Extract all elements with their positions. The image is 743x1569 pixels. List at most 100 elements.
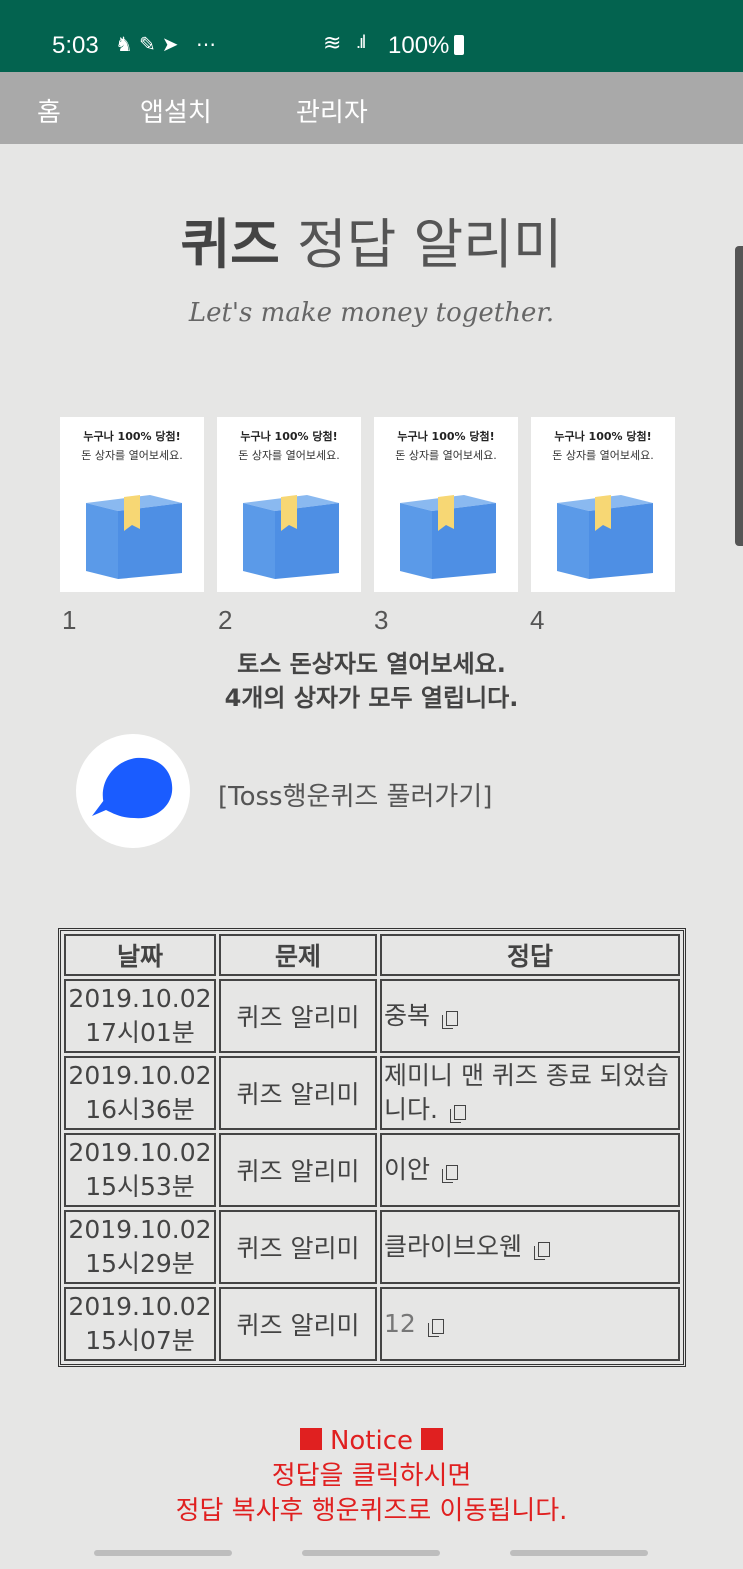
brush-icon: ✎	[138, 34, 162, 56]
time-value: 16시36분	[85, 1095, 195, 1124]
time-value: 15시07분	[85, 1326, 195, 1355]
time-value: 15시53분	[85, 1172, 195, 1201]
date-cell: 2019.10.02 15시07분	[64, 1287, 216, 1361]
toss-box-message: 토스 돈상자도 열어보세요. 4개의 상자가 모두 열립니다.	[0, 647, 743, 715]
nav-gesture-bar	[510, 1550, 648, 1556]
answer-cell[interactable]: 중복	[380, 979, 680, 1053]
signal-icon: .ıl	[356, 32, 366, 52]
top-nav: 홈 앱설치 관리자	[0, 72, 743, 144]
answers-table: 날짜 문제 정답 2019.10.02 17시01분 퀴즈 알리미 중복 2019…	[58, 928, 686, 1367]
nav-home[interactable]: 홈	[37, 92, 61, 129]
answer-cell[interactable]: 이안	[380, 1133, 680, 1207]
message-line-2: 4개의 상자가 모두 열립니다.	[224, 684, 519, 712]
question-cell: 퀴즈 알리미	[219, 1287, 377, 1361]
toss-bubble-icon	[92, 757, 173, 819]
page-subtitle: Let's make money together.	[188, 298, 555, 328]
table-row: 2019.10.02 15시07분 퀴즈 알리미 12	[64, 1287, 680, 1361]
table-row: 2019.10.02 15시29분 퀴즈 알리미 클라이브오웬	[64, 1210, 680, 1284]
nav-admin[interactable]: 관리자	[296, 92, 368, 129]
notice-line-2: 정답 복사후 행운퀴즈로 이동됩니다.	[175, 1496, 568, 1526]
toss-logo[interactable]	[76, 734, 190, 848]
gift-box-icon	[400, 495, 496, 579]
answer-text[interactable]: 이안	[384, 1155, 430, 1184]
answer-text[interactable]: 12	[384, 1309, 416, 1338]
box-number: 3	[374, 605, 389, 635]
nav-gesture-bar	[302, 1550, 440, 1556]
red-square-icon	[421, 1428, 444, 1450]
wifi-icon: ≋	[323, 30, 342, 55]
box-number: 2	[218, 605, 233, 635]
money-box-card-2[interactable]: 누구나 100% 당첨! 돈 상자를 열어보세요.	[217, 417, 361, 592]
copy-icon[interactable]	[449, 1105, 466, 1123]
table-header-row: 날짜 문제 정답	[64, 934, 680, 976]
date-value: 2019.10.02	[68, 1138, 212, 1167]
person-icon: ♞	[115, 34, 139, 56]
notification-icons: ♞✎➤ ⋯	[115, 32, 222, 57]
red-square-icon	[299, 1428, 322, 1450]
card-headline: 누구나 100% 당첨!	[240, 430, 338, 443]
card-headline: 누구나 100% 당첨!	[83, 430, 181, 443]
battery-icon	[454, 35, 465, 55]
card-subline: 돈 상자를 열어보세요.	[552, 449, 654, 462]
answer-text[interactable]: 제미니 맨 퀴즈 종료 되었습니다.	[384, 1061, 669, 1124]
card-headline: 누구나 100% 당첨!	[397, 430, 495, 443]
gift-box-icon	[243, 495, 339, 579]
title-rest: 정답 알리미	[279, 213, 563, 276]
page-title: 퀴즈 정답 알리미	[0, 200, 743, 279]
status-bar: 5:03 ♞✎➤ ⋯ ≋ .ıl 100%	[0, 0, 743, 72]
nav-install[interactable]: 앱설치	[140, 92, 212, 129]
time-value: 15시29분	[85, 1249, 195, 1278]
date-cell: 2019.10.02 16시36분	[64, 1056, 216, 1130]
date-cell: 2019.10.02 15시53분	[64, 1133, 216, 1207]
date-cell: 2019.10.02 17시01분	[64, 979, 216, 1053]
question-cell: 퀴즈 알리미	[219, 1210, 377, 1284]
box-number: 4	[530, 605, 545, 635]
table-row: 2019.10.02 15시53분 퀴즈 알리미 이안	[64, 1133, 680, 1207]
answer-cell[interactable]: 12	[380, 1287, 680, 1361]
question-cell: 퀴즈 알리미	[219, 1056, 377, 1130]
question-cell: 퀴즈 알리미	[219, 1133, 377, 1207]
title-bold: 퀴즈	[180, 213, 280, 276]
date-cell: 2019.10.02 15시29분	[64, 1210, 216, 1284]
message-line-1: 토스 돈상자도 열어보세요.	[237, 650, 506, 678]
time-value: 17시01분	[85, 1018, 195, 1047]
money-box-card-3[interactable]: 누구나 100% 당첨! 돈 상자를 열어보세요.	[374, 417, 518, 592]
column-header-answer: 정답	[380, 934, 680, 976]
nav-gesture-bar	[94, 1550, 232, 1556]
card-headline: 누구나 100% 당첨!	[554, 430, 652, 443]
copy-icon[interactable]	[427, 1319, 444, 1337]
date-value: 2019.10.02	[68, 1215, 212, 1244]
date-value: 2019.10.02	[68, 1292, 212, 1321]
gift-box-icon	[557, 495, 653, 579]
column-header-date: 날짜	[64, 934, 216, 976]
question-cell: 퀴즈 알리미	[219, 979, 377, 1053]
battery-percent: 100%	[388, 32, 450, 59]
date-value: 2019.10.02	[68, 984, 212, 1013]
answer-text[interactable]: 클라이브오웬	[384, 1232, 522, 1261]
scrollbar[interactable]	[735, 246, 743, 546]
money-box-card-1[interactable]: 누구나 100% 당첨! 돈 상자를 열어보세요.	[60, 417, 204, 592]
money-box-card-4[interactable]: 누구나 100% 당첨! 돈 상자를 열어보세요.	[531, 417, 675, 592]
more-icon: ⋯	[196, 34, 223, 56]
notice-block: Notice 정답을 클릭하시면 정답 복사후 행운퀴즈로 이동됩니다.	[0, 1424, 743, 1529]
copy-icon[interactable]	[442, 1165, 459, 1183]
answer-cell[interactable]: 제미니 맨 퀴즈 종료 되었습니다.	[380, 1056, 680, 1130]
notice-line-1: 정답을 클릭하시면	[271, 1461, 472, 1491]
copy-icon[interactable]	[442, 1011, 459, 1029]
status-time: 5:03	[52, 32, 99, 59]
date-value: 2019.10.02	[68, 1061, 212, 1090]
money-box-list: 누구나 100% 당첨! 돈 상자를 열어보세요. 1 누구나 100% 당첨!…	[60, 417, 680, 647]
table-row: 2019.10.02 16시36분 퀴즈 알리미 제미니 맨 퀴즈 종료 되었습니…	[64, 1056, 680, 1130]
send-icon: ➤	[161, 34, 185, 56]
column-header-question: 문제	[219, 934, 377, 976]
copy-icon[interactable]	[534, 1242, 551, 1260]
notice-title-line: Notice	[0, 1424, 743, 1459]
answer-cell[interactable]: 클라이브오웬	[380, 1210, 680, 1284]
box-number: 1	[62, 605, 77, 635]
answer-text[interactable]: 중복	[384, 1001, 430, 1030]
table-row: 2019.10.02 17시01분 퀴즈 알리미 중복	[64, 979, 680, 1053]
gift-box-icon	[86, 495, 182, 579]
card-subline: 돈 상자를 열어보세요.	[238, 449, 340, 462]
toss-quiz-link[interactable]: [Toss행운퀴즈 풀러가기]	[218, 776, 492, 813]
card-subline: 돈 상자를 열어보세요.	[81, 449, 183, 462]
